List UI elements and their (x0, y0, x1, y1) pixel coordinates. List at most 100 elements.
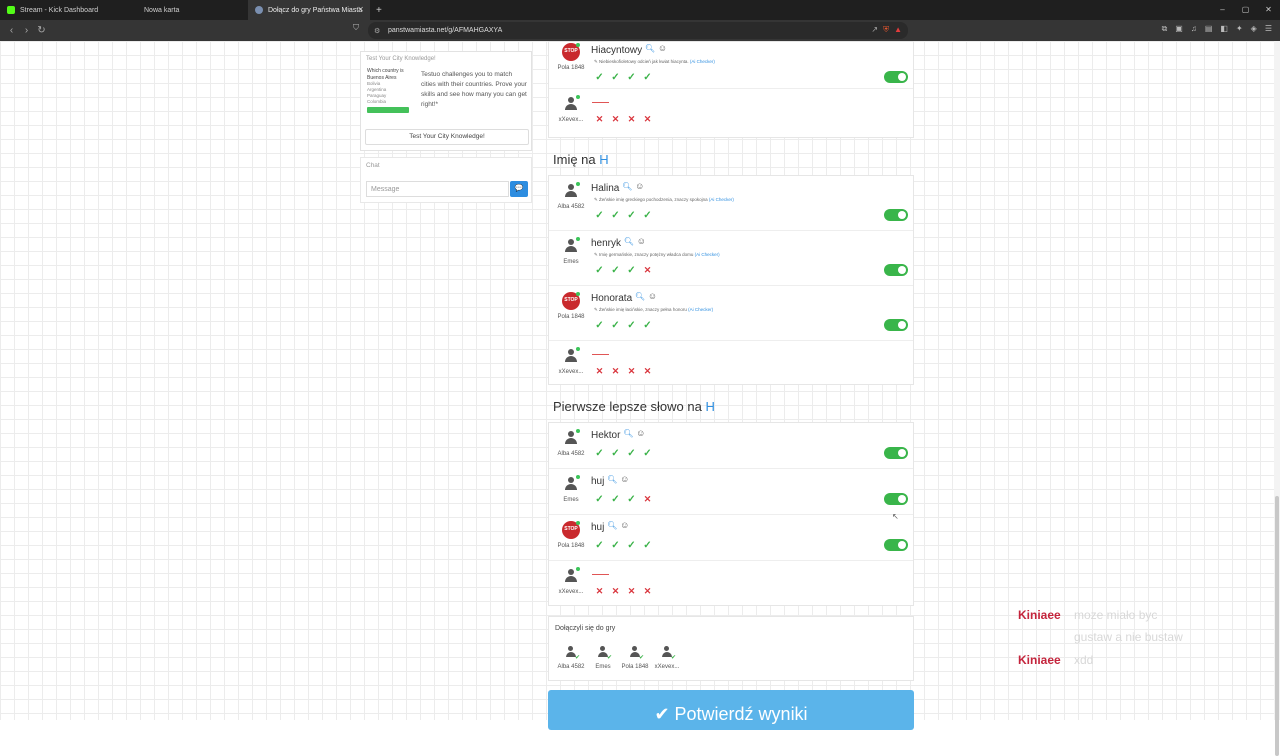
smiley-icon[interactable]: ☺ (620, 520, 629, 530)
answer-word-text: Halina (591, 183, 620, 194)
toggle-knob (898, 541, 906, 549)
smiley-icon[interactable]: ☺ (635, 181, 644, 191)
ai-checker-link[interactable]: (Ai Checker) (690, 59, 715, 64)
answer-word-text: Honorata (591, 293, 633, 304)
tab-new-tab[interactable]: Nowa karta (124, 0, 248, 20)
online-status-icon (576, 43, 580, 47)
tab-game[interactable]: Dołącz do gry Państwa Miasta ✕ (248, 0, 370, 20)
accept-toggle[interactable] (884, 264, 908, 276)
cross-icon: ✕ (595, 366, 604, 376)
toggle-knob (898, 73, 906, 81)
smiley-icon[interactable]: ☺ (636, 428, 645, 438)
vote-marks: ✓ ✓ ✓ ✕ (594, 265, 653, 276)
answers-card-0: STOP Pola 1848 Hiacyntowy 🔍︎ ☺ ✎ Niebieskof… (548, 41, 914, 138)
player-name: Emes (563, 497, 579, 503)
check-icon: ✓ (627, 210, 636, 221)
check-icon: ✓ (627, 265, 636, 276)
search-icon[interactable]: 🔍︎ (623, 429, 633, 438)
online-status-icon (576, 429, 580, 433)
ai-checker-link[interactable]: (Ai Checker) (709, 197, 734, 202)
answer-description: ✎ Niebieskofioletowy odcień jak kwiat hi… (594, 59, 715, 65)
answer-row: STOP Pola 1848 Honorata 🔍︎ ☺ ✎ Żeńskie imię… (549, 286, 913, 341)
search-icon[interactable]: 🔍︎ (607, 521, 617, 530)
accept-toggle[interactable] (884, 493, 908, 505)
stream-chat-message: xdd (1074, 653, 1094, 667)
joined-title: Dołączyli się do gry (555, 625, 616, 632)
extensions-icon[interactable]: ⧉ (1162, 24, 1168, 34)
share-icon[interactable]: ↗ (871, 25, 878, 35)
page-scrollbar[interactable] (1274, 41, 1280, 756)
extension2-icon[interactable]: ▣ (1175, 24, 1183, 34)
vpn-icon[interactable]: ◈ (1251, 24, 1257, 34)
close-window-button[interactable]: ✕ (1257, 0, 1280, 20)
toggle-knob (898, 321, 906, 329)
search-icon[interactable]: 🔍︎ (607, 475, 617, 484)
answer-row: Alba 4582 Hektor 🔍︎ ☺ ✓ ✓ ✓ ✓ (549, 423, 913, 469)
search-icon[interactable]: 🔍︎ (645, 44, 655, 53)
ai-checker-link[interactable]: (Ai Checker) (695, 252, 720, 257)
smiley-icon[interactable]: ☺ (648, 291, 657, 301)
answer-word: Honorata 🔍︎ ☺ (591, 291, 657, 304)
maximize-button[interactable]: ▢ (1234, 0, 1257, 20)
cross-icon: ✕ (627, 586, 636, 596)
stream-chat-message: moze miało byc (1074, 608, 1158, 622)
answer-row: Alba 4582 Halina 🔍︎ ☺ ✎ Żeńskie imię greck… (549, 176, 913, 231)
description-text: Niebieskofioletowy odcień jak kwiat hiac… (599, 59, 689, 64)
accept-toggle[interactable] (884, 209, 908, 221)
vote-marks: ✕ ✕ ✕ ✕ (594, 366, 653, 377)
tab-title: Dołącz do gry Państwa Miasta (268, 6, 363, 14)
vote-marks: ✕ ✕ ✕ ✕ (594, 114, 653, 125)
brave-shield-icon[interactable]: ⛨ (883, 25, 889, 35)
accept-toggle[interactable] (884, 539, 908, 551)
back-icon[interactable]: ‹ (4, 25, 19, 36)
accept-toggle[interactable] (884, 71, 908, 83)
media-icon[interactable]: ♫ (1191, 24, 1197, 34)
smiley-icon[interactable]: ☺ (637, 236, 646, 246)
url-field[interactable]: ⚙ panstwamiasta.net/g/AFMAHGAXYA ↗ ⛨ ▲ (368, 22, 908, 39)
promo-button[interactable]: Test Your City Knowledge! (365, 129, 529, 145)
answer-word: henryk 🔍︎ ☺ (591, 236, 646, 249)
cross-icon: ✕ (643, 586, 652, 596)
tab-kick-dashboard[interactable]: Stream - Kick Dashboard (0, 0, 124, 20)
cross-icon: ✕ (611, 586, 620, 596)
menu-icon[interactable]: ☰ (1265, 24, 1272, 34)
stream-chat-message: gustaw a nie bustaw (1074, 630, 1183, 644)
search-icon[interactable]: 🔍︎ (624, 237, 634, 246)
answer-word-text: huj (591, 522, 605, 533)
chat-send-button[interactable]: 💬 (510, 181, 528, 197)
chat-message-input[interactable]: Message (366, 181, 509, 197)
wallet-icon[interactable]: ◧ (1220, 24, 1228, 34)
accept-toggle[interactable] (884, 319, 908, 331)
blank-favicon-icon (131, 6, 139, 14)
site-info-icon[interactable]: ⚙ (374, 27, 380, 35)
address-bar-row: ‹ › ↻ ⛉ ⚙ panstwamiasta.net/g/AFMAHGAXYA… (0, 20, 1280, 41)
minimize-button[interactable]: – (1211, 0, 1234, 20)
search-icon[interactable]: 🔍︎ (622, 182, 632, 191)
sidebar-icon[interactable]: ▤ (1205, 24, 1213, 34)
forward-icon[interactable]: › (19, 25, 34, 36)
answer-row: xXevex... ✕ ✕ ✕ ✕ (549, 341, 913, 386)
check-icon: ✔ (575, 655, 581, 661)
smiley-icon[interactable]: ☺ (658, 43, 667, 53)
leo-icon[interactable]: ✦ (1236, 24, 1243, 34)
brave-rewards-icon[interactable]: ▲ (894, 25, 902, 35)
stream-chat-user: Kiniaee (1018, 653, 1061, 667)
tab-close-icon[interactable]: ✕ (357, 5, 364, 14)
mouse-cursor-icon: ↖ (892, 512, 899, 521)
check-icon: ✓ (595, 210, 604, 221)
scrollbar-thumb[interactable] (1275, 496, 1279, 756)
reload-icon[interactable]: ↻ (34, 25, 49, 36)
section-title: Imię na H (553, 152, 609, 167)
ai-checker-link[interactable]: (Ai Checker) (688, 307, 713, 312)
smiley-icon[interactable]: ☺ (620, 474, 629, 484)
player-name: xXevex... (558, 117, 584, 123)
search-icon[interactable]: 🔍︎ (635, 292, 645, 301)
check-icon: ✔ (639, 655, 645, 661)
new-tab-button[interactable]: + (376, 5, 382, 16)
confirm-results-button[interactable]: ✔ Potwierdź wyniki (548, 690, 914, 730)
toolbar-icons: ⧉ ▣ ♫ ▤ ◧ ✦ ◈ ☰ (1162, 24, 1272, 34)
vote-marks: ✓ ✓ ✓ ✓ (594, 448, 653, 459)
promo-title: Test Your City Knowledge! (366, 56, 436, 62)
accept-toggle[interactable] (884, 447, 908, 459)
bookmark-icon[interactable]: ⛉ (353, 23, 359, 33)
